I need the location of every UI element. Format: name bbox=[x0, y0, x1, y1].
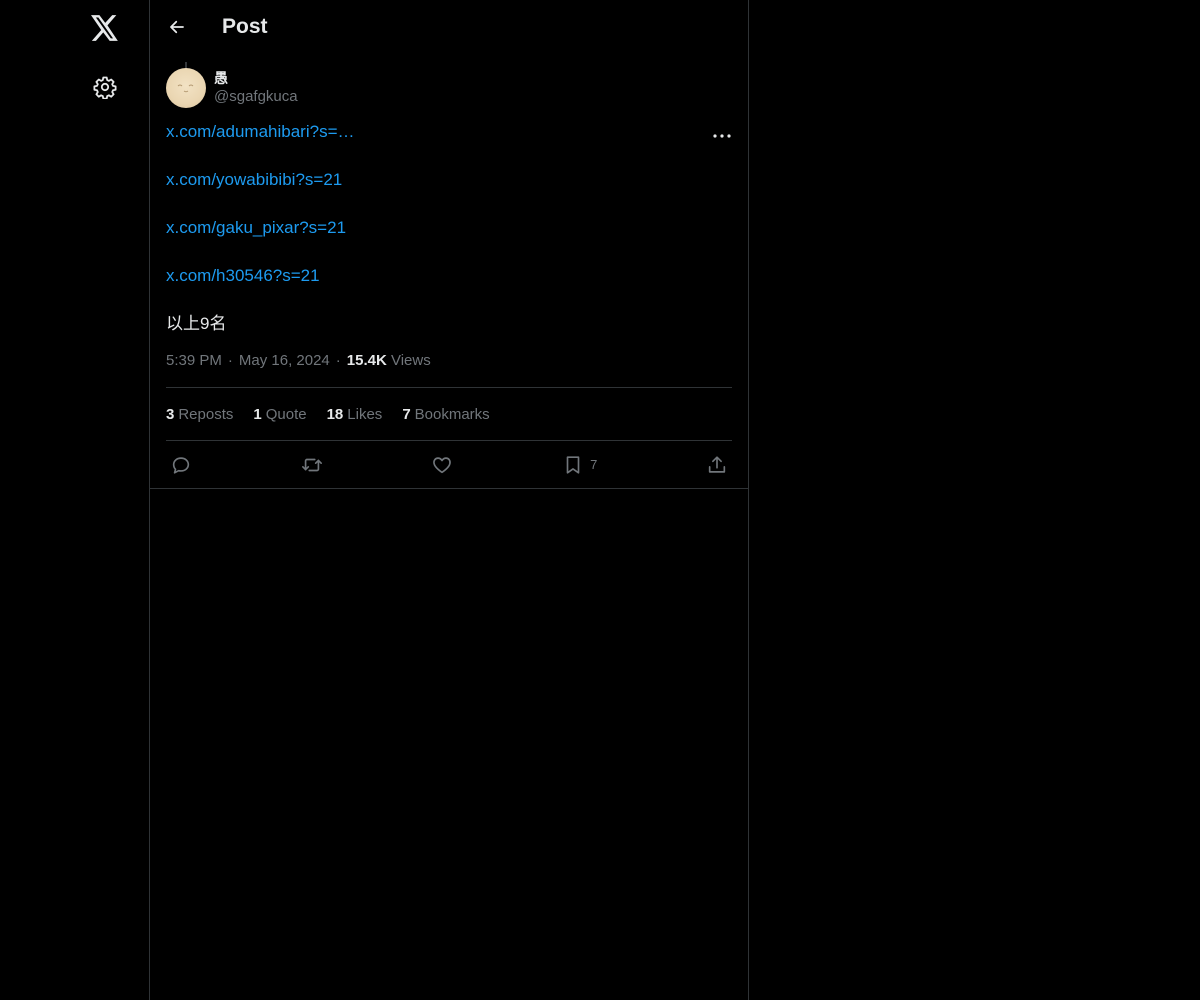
bookmark-count: 7 bbox=[590, 457, 598, 472]
post-author: 愚 @sgafgkuca bbox=[166, 63, 732, 113]
heart-icon bbox=[433, 456, 452, 473]
post-meta: 5:39 PM · May 16, 2024 · 15.4K Views bbox=[166, 351, 732, 371]
reposts-label: Reposts bbox=[178, 405, 234, 423]
bookmarks-label: Bookmarks bbox=[414, 405, 490, 423]
reply-button[interactable] bbox=[170, 454, 192, 476]
likes-count: 18 bbox=[326, 405, 344, 423]
author-display-name[interactable]: 愚 bbox=[214, 69, 298, 87]
quotes-label: Quote bbox=[265, 405, 307, 423]
separator-dot: · bbox=[227, 352, 233, 369]
reply-icon bbox=[172, 456, 190, 474]
likes-stat[interactable]: 18 Likes bbox=[327, 406, 383, 423]
quotes-count: 1 bbox=[253, 405, 262, 423]
bookmark-button[interactable]: 7 bbox=[562, 454, 597, 476]
post-link[interactable]: x.com/gaku_pixar?s=21 bbox=[166, 216, 732, 240]
gear-icon[interactable] bbox=[85, 67, 125, 107]
quotes-stat[interactable]: 1 Quote bbox=[253, 406, 306, 423]
arrow-left-icon[interactable] bbox=[166, 16, 188, 38]
bookmarks-count: 7 bbox=[402, 405, 411, 423]
share-button[interactable] bbox=[706, 454, 728, 476]
post-text: 以上9名 bbox=[166, 314, 227, 333]
reposts-count: 3 bbox=[166, 405, 175, 423]
post-link[interactable]: x.com/adumahibari?s=… bbox=[166, 120, 732, 144]
post-time[interactable]: 5:39 PM bbox=[166, 352, 222, 369]
views-label: Views bbox=[390, 352, 431, 369]
app: Post 愚 @sgafgkuca x.com/adumahibari?s=… … bbox=[0, 0, 1200, 1000]
separator-dot: · bbox=[335, 352, 341, 369]
author-names: 愚 @sgafgkuca bbox=[214, 69, 298, 107]
post-stats: 3 Reposts 1 Quote 18 Likes 7 Bookmarks bbox=[166, 387, 732, 441]
left-nav bbox=[0, 0, 150, 1000]
post-link[interactable]: x.com/yowabibibi?s=21 bbox=[166, 168, 732, 192]
more-options-icon[interactable] bbox=[712, 129, 732, 143]
main-column: Post 愚 @sgafgkuca x.com/adumahibari?s=… … bbox=[149, 0, 749, 1000]
bookmark-icon bbox=[566, 455, 580, 474]
author-handle[interactable]: @sgafgkuca bbox=[214, 87, 298, 107]
post: 愚 @sgafgkuca x.com/adumahibari?s=… x.com… bbox=[150, 62, 748, 489]
repost-button[interactable] bbox=[301, 454, 323, 476]
like-button[interactable] bbox=[431, 454, 453, 476]
post-link[interactable]: x.com/h30546?s=21 bbox=[166, 264, 732, 288]
views-count: 15.4K bbox=[346, 352, 387, 369]
post-body: x.com/adumahibari?s=… x.com/yowabibibi?s… bbox=[166, 120, 732, 336]
post-actions: 7 bbox=[166, 441, 732, 488]
reposts-stat[interactable]: 3 Reposts bbox=[166, 406, 233, 423]
post-date[interactable]: May 16, 2024 bbox=[239, 352, 330, 369]
header: Post bbox=[150, 0, 748, 53]
x-logo-icon[interactable] bbox=[85, 8, 125, 48]
likes-label: Likes bbox=[347, 405, 383, 423]
avatar[interactable] bbox=[166, 68, 206, 108]
share-icon bbox=[708, 455, 726, 473]
page-title: Post bbox=[222, 14, 268, 38]
repost-icon bbox=[301, 458, 322, 471]
bookmarks-stat[interactable]: 7 Bookmarks bbox=[402, 406, 489, 423]
